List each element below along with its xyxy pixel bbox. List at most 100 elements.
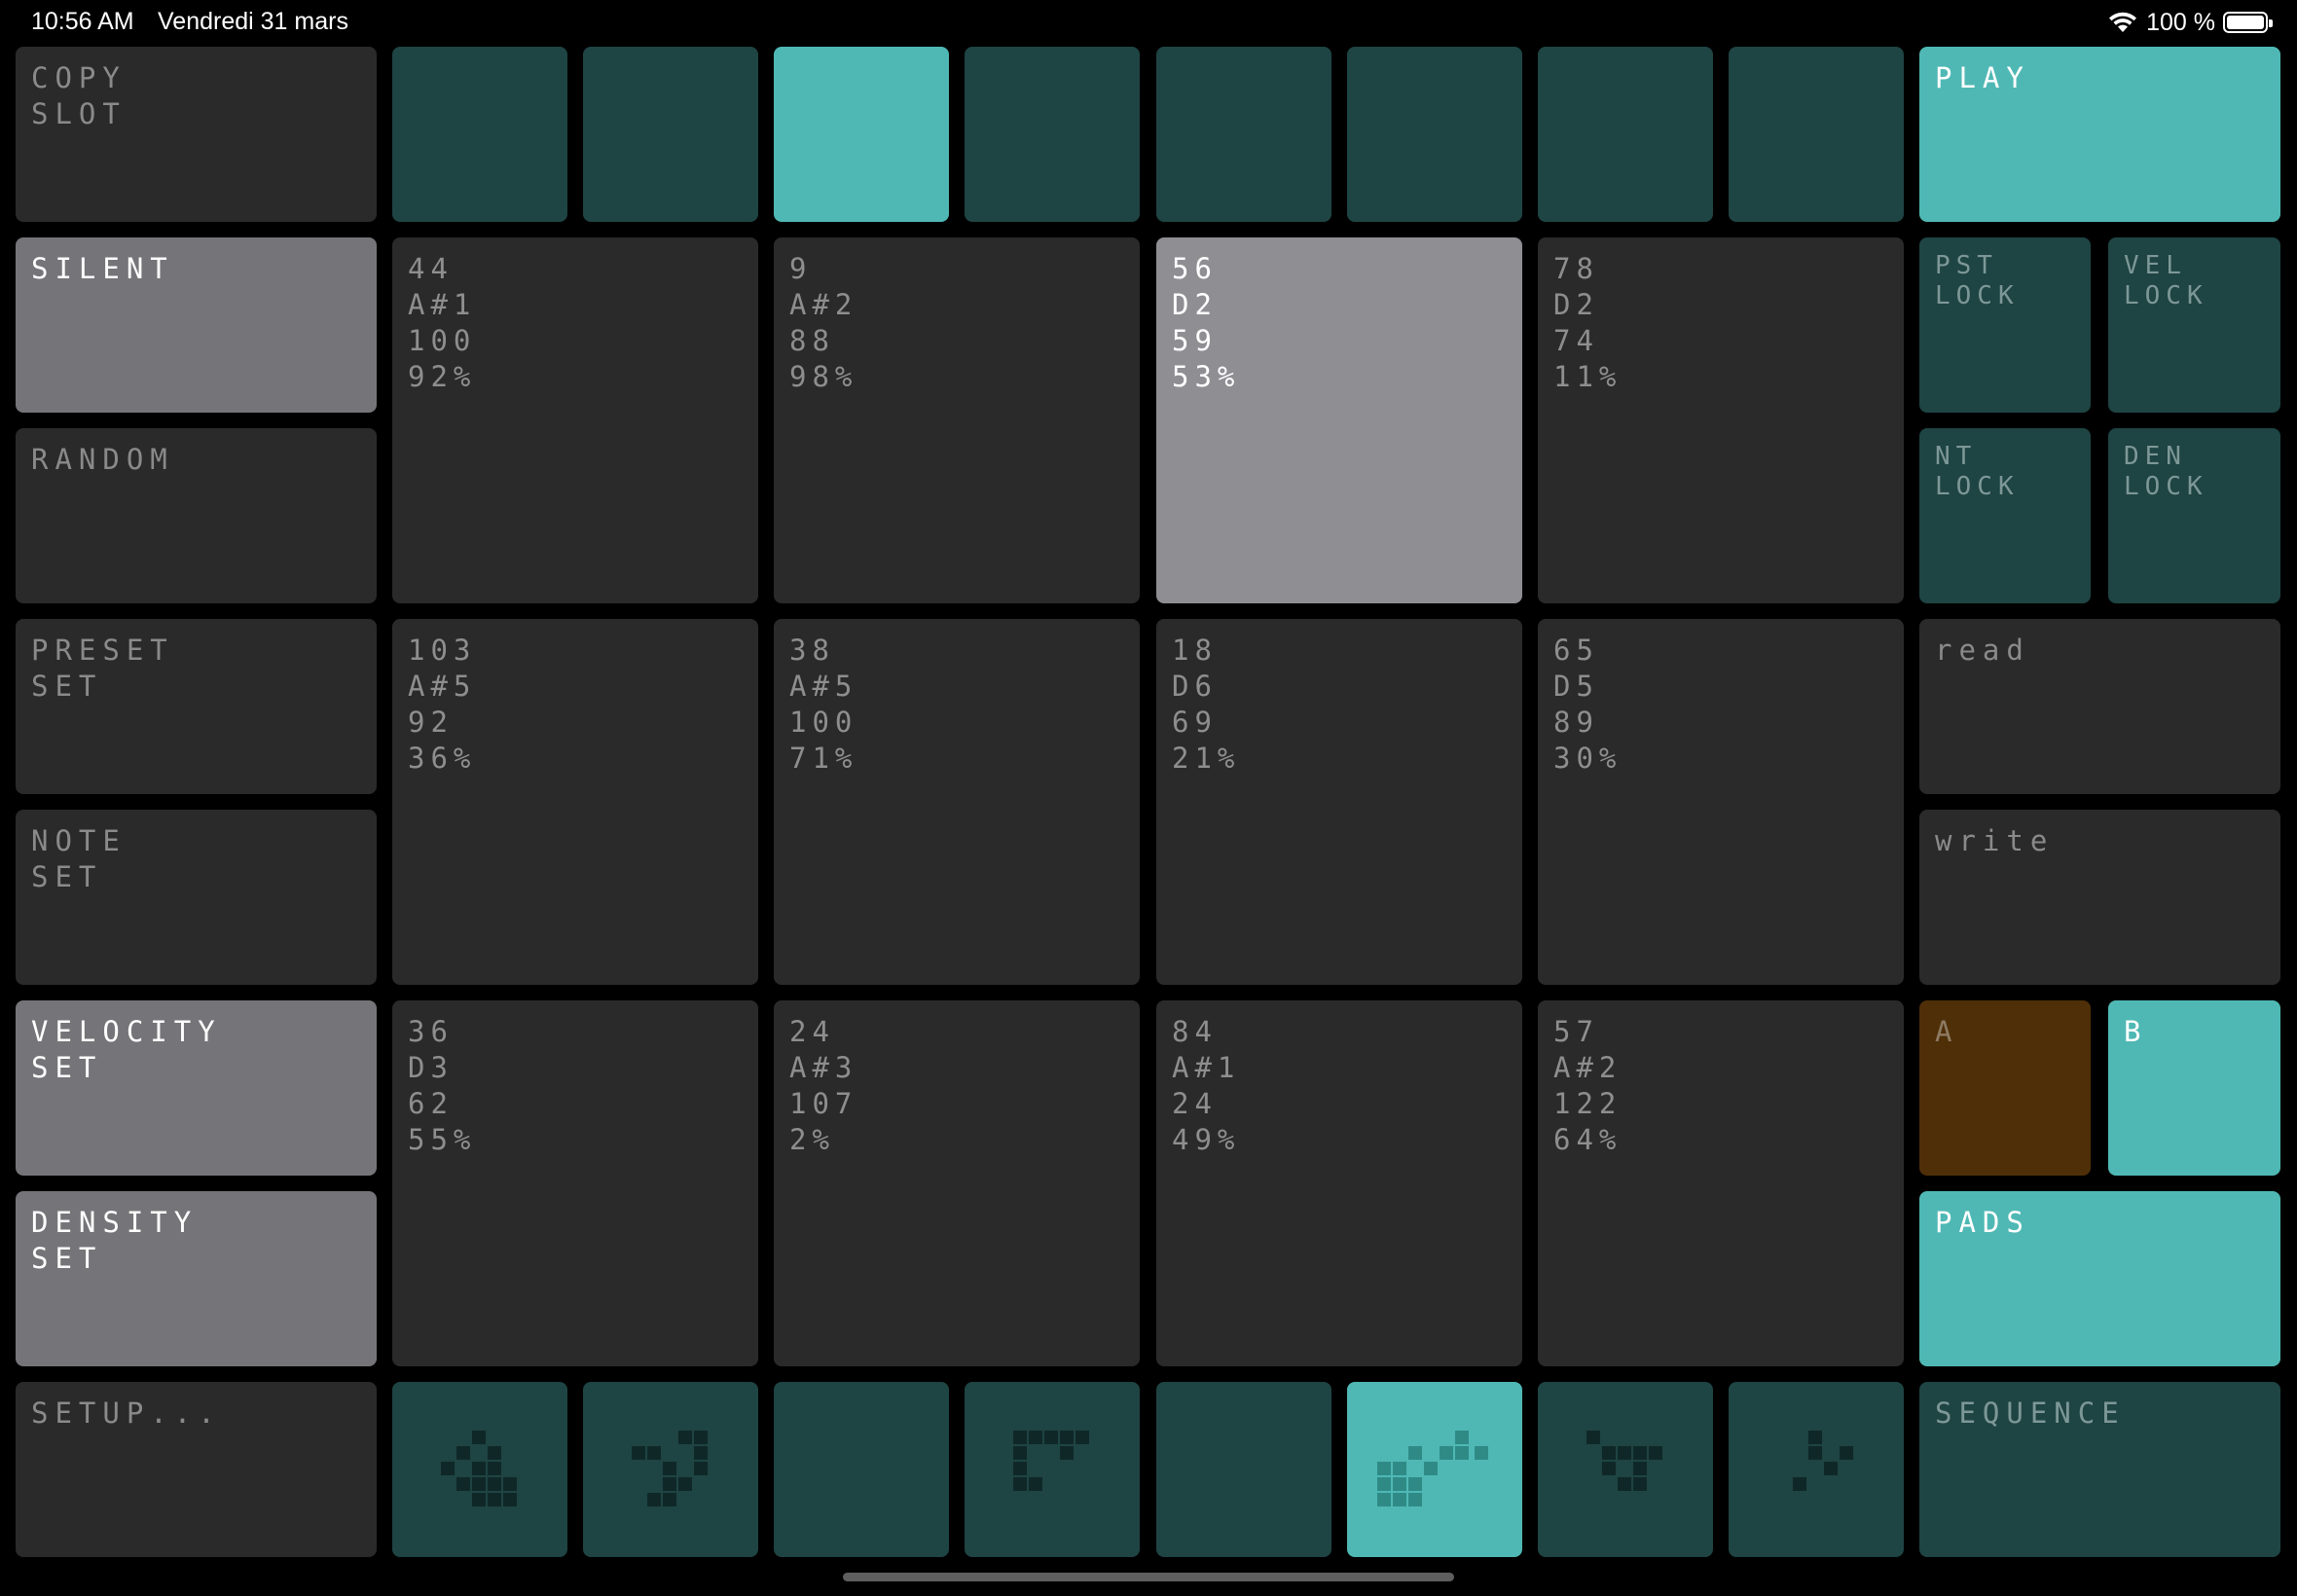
density-set-button[interactable]: DENSITY SET xyxy=(16,1191,377,1366)
setup-button[interactable]: SETUP... xyxy=(16,1382,377,1557)
random-label: RANDOM xyxy=(31,443,174,476)
pad-density: 36% xyxy=(408,742,477,775)
pad-density: 21% xyxy=(1172,742,1241,775)
pattern-slot-6-active[interactable] xyxy=(1347,1382,1522,1557)
read-button[interactable]: read xyxy=(1919,619,2280,794)
play-button[interactable]: PLAY xyxy=(1919,47,2280,222)
battery-icon xyxy=(2223,12,2273,33)
pad-velocity: 89 xyxy=(1553,706,1599,739)
pad-1[interactable]: 44 A#1 100 92% xyxy=(392,237,758,603)
pad-note: A#5 xyxy=(789,670,858,703)
sequence-button[interactable]: SEQUENCE xyxy=(1919,1382,2280,1557)
pst-lock-button[interactable]: PST LOCK xyxy=(1919,237,2091,413)
pst-lock-label: PST LOCK xyxy=(1935,251,2020,310)
note-set-label: NOTE SET xyxy=(31,824,127,893)
density-set-label: DENSITY SET xyxy=(31,1206,199,1275)
pad-note: A#3 xyxy=(789,1051,858,1084)
velocity-set-button[interactable]: VELOCITY SET xyxy=(16,1000,377,1176)
pattern-slot-2[interactable] xyxy=(583,1382,758,1557)
read-label: read xyxy=(1935,634,2030,667)
pattern-6-icon xyxy=(1377,1431,1488,1506)
pattern-slot-1[interactable] xyxy=(392,1382,567,1557)
bank-b-label: B xyxy=(2124,1015,2148,1048)
pad-density: 71% xyxy=(789,742,858,775)
pad-8[interactable]: 65 D5 89 30% xyxy=(1538,619,1904,985)
pad-velocity: 122 xyxy=(1553,1087,1622,1120)
pad-6[interactable]: 38 A#5 100 71% xyxy=(774,619,1140,985)
pad-preset: 103 xyxy=(408,634,477,667)
write-label: write xyxy=(1935,824,2055,857)
pad-note: A#1 xyxy=(408,288,477,321)
preset-set-label: PRESET SET xyxy=(31,634,174,703)
pad-3-active[interactable]: 56 D2 59 53% xyxy=(1156,237,1522,603)
write-button[interactable]: write xyxy=(1919,810,2280,985)
pad-density: 30% xyxy=(1553,742,1622,775)
bank-b-button[interactable]: B xyxy=(2108,1000,2280,1176)
pad-density: 98% xyxy=(789,360,858,393)
top-slot-8[interactable] xyxy=(1729,47,1904,222)
pad-velocity: 59 xyxy=(1172,324,1218,357)
pad-preset: 9 xyxy=(789,252,813,285)
bank-a-button[interactable]: A xyxy=(1919,1000,2091,1176)
pad-4[interactable]: 78 D2 74 11% xyxy=(1538,237,1904,603)
random-button[interactable]: RANDOM xyxy=(16,428,377,603)
pattern-slot-7[interactable] xyxy=(1538,1382,1713,1557)
pattern-7-icon xyxy=(1586,1431,1662,1491)
pad-density: 11% xyxy=(1553,360,1622,393)
pad-preset: 44 xyxy=(408,252,454,285)
top-slot-4[interactable] xyxy=(965,47,1140,222)
setup-label: SETUP... xyxy=(31,1396,222,1430)
battery-percent: 100 % xyxy=(2146,8,2215,36)
silent-label: SILENT xyxy=(31,252,174,285)
sequence-label: SEQUENCE xyxy=(1935,1396,2126,1430)
wifi-icon xyxy=(2109,12,2137,32)
pad-11[interactable]: 84 A#1 24 49% xyxy=(1156,1000,1522,1366)
pad-velocity: 100 xyxy=(789,706,858,739)
den-lock-button[interactable]: DEN LOCK xyxy=(2108,428,2280,603)
pad-preset: 18 xyxy=(1172,634,1218,667)
pad-note: A#1 xyxy=(1172,1051,1241,1084)
pad-preset: 65 xyxy=(1553,634,1599,667)
pad-density: 49% xyxy=(1172,1123,1241,1156)
pad-density: 55% xyxy=(408,1123,477,1156)
pad-density: 2% xyxy=(789,1123,835,1156)
pad-2[interactable]: 9 A#2 88 98% xyxy=(774,237,1140,603)
top-slot-7[interactable] xyxy=(1538,47,1713,222)
copy-slot-label: COPY SLOT xyxy=(31,61,127,130)
pad-velocity: 24 xyxy=(1172,1087,1218,1120)
pad-density: 64% xyxy=(1553,1123,1622,1156)
pad-preset: 78 xyxy=(1553,252,1599,285)
pattern-slot-5[interactable] xyxy=(1156,1382,1331,1557)
home-indicator[interactable] xyxy=(843,1573,1454,1581)
pad-note: A#2 xyxy=(1553,1051,1622,1084)
silent-button[interactable]: SILENT xyxy=(16,237,377,413)
pattern-slot-3[interactable] xyxy=(774,1382,949,1557)
pads-button[interactable]: PADS xyxy=(1919,1191,2280,1366)
pad-10[interactable]: 24 A#3 107 2% xyxy=(774,1000,1140,1366)
nt-lock-button[interactable]: NT LOCK xyxy=(1919,428,2091,603)
pad-preset: 36 xyxy=(408,1015,454,1048)
note-set-button[interactable]: NOTE SET xyxy=(16,810,377,985)
top-slot-1[interactable] xyxy=(392,47,567,222)
vel-lock-button[interactable]: VEL LOCK xyxy=(2108,237,2280,413)
pattern-slot-4[interactable] xyxy=(965,1382,1140,1557)
den-lock-label: DEN LOCK xyxy=(2124,442,2208,501)
nt-lock-label: NT LOCK xyxy=(1935,442,2020,501)
pattern-slot-8[interactable] xyxy=(1729,1382,1904,1557)
pad-velocity: 69 xyxy=(1172,706,1218,739)
pad-note: D6 xyxy=(1172,670,1218,703)
top-slot-6[interactable] xyxy=(1347,47,1522,222)
pad-5[interactable]: 103 A#5 92 36% xyxy=(392,619,758,985)
copy-slot-button[interactable]: COPY SLOT xyxy=(16,47,377,222)
pattern-4-icon xyxy=(1013,1431,1089,1491)
play-label: PLAY xyxy=(1935,61,2030,94)
top-slot-5[interactable] xyxy=(1156,47,1331,222)
pad-note: D3 xyxy=(408,1051,454,1084)
preset-set-button[interactable]: PRESET SET xyxy=(16,619,377,794)
top-slot-2[interactable] xyxy=(583,47,758,222)
pad-9[interactable]: 36 D3 62 55% xyxy=(392,1000,758,1366)
top-slot-3-active[interactable] xyxy=(774,47,949,222)
pad-12[interactable]: 57 A#2 122 64% xyxy=(1538,1000,1904,1366)
pad-7[interactable]: 18 D6 69 21% xyxy=(1156,619,1522,985)
pad-density: 53% xyxy=(1172,360,1241,393)
